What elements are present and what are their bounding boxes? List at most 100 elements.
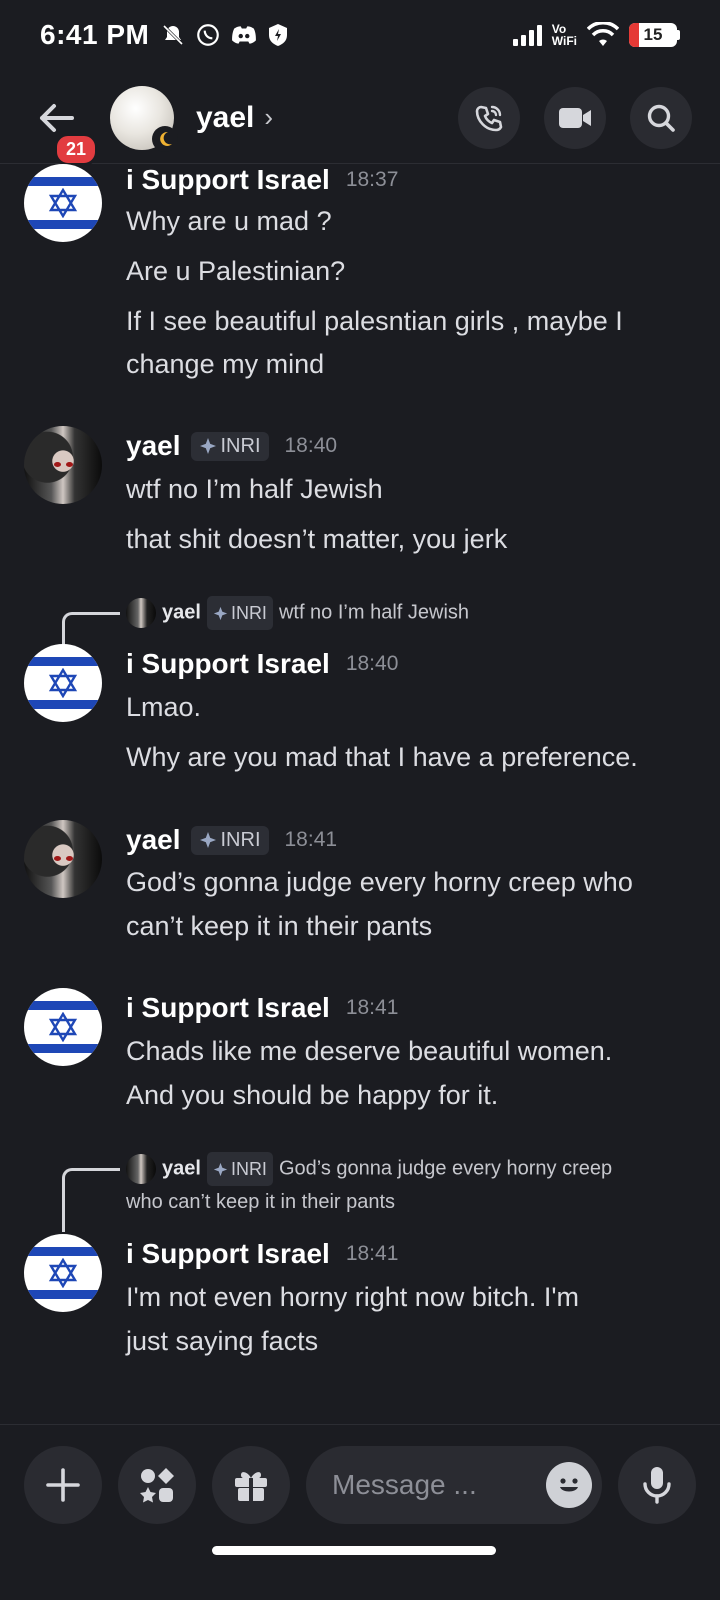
star-of-david-icon bbox=[48, 188, 78, 218]
phone-icon bbox=[475, 105, 503, 131]
clan-tag-icon bbox=[199, 832, 216, 848]
message-time: 18:41 bbox=[284, 828, 338, 851]
contact-name[interactable]: yael bbox=[196, 101, 254, 135]
israel-flag-avatar[interactable] bbox=[24, 644, 102, 722]
message-header: i Support Israel 18:41 bbox=[126, 1238, 398, 1270]
status-time: 6:41 PM bbox=[40, 19, 150, 50]
message-author[interactable]: yael bbox=[126, 824, 181, 856]
message-text[interactable]: change my mind bbox=[126, 343, 690, 386]
reply-text-continued: who can’t keep it in their pants bbox=[126, 1191, 396, 1213]
gift-button[interactable] bbox=[212, 1445, 290, 1524]
reply-text: wtf no I’m half Jewish bbox=[278, 601, 470, 624]
message-text[interactable]: Are u Palestinian? bbox=[126, 250, 690, 293]
message-text[interactable]: Chads like me deserve beautiful women. bbox=[126, 1030, 690, 1073]
message-text[interactable]: wtf no I’m half Jewish bbox=[126, 468, 690, 511]
message-time: 18:41 bbox=[345, 1242, 399, 1265]
reply-author: yael bbox=[162, 601, 201, 624]
message-text[interactable]: just saying facts bbox=[126, 1320, 690, 1363]
message-author[interactable]: i Support Israel bbox=[126, 992, 330, 1024]
search-button[interactable] bbox=[630, 86, 692, 149]
message-text[interactable]: Why are u mad ? bbox=[126, 200, 690, 243]
status-system-icons: Vo WiFi 15 bbox=[512, 22, 680, 48]
message-text[interactable]: God’s gonna judge every horny creep who bbox=[126, 861, 690, 904]
status-bar: 6:41 PM Vo WiFi 15 bbox=[0, 0, 720, 70]
chevron-right-icon[interactable]: › bbox=[264, 102, 273, 133]
star-of-david-icon bbox=[48, 1258, 78, 1288]
clan-tag[interactable]: INRI bbox=[190, 825, 269, 855]
clan-tag-label: INRI bbox=[220, 434, 261, 457]
discord-icon bbox=[232, 26, 257, 44]
back-button[interactable]: 21 bbox=[28, 88, 99, 166]
header-actions bbox=[458, 86, 692, 149]
home-indicator[interactable] bbox=[212, 1546, 496, 1555]
message-time: 18:40 bbox=[345, 652, 399, 675]
battery-icon: 15 bbox=[629, 23, 677, 47]
voice-call-button[interactable] bbox=[458, 86, 520, 149]
message-author[interactable]: i Support Israel bbox=[126, 648, 330, 680]
message-text[interactable]: can’t keep it in their pants bbox=[126, 905, 690, 948]
reply-avatar bbox=[126, 598, 156, 628]
reply-avatar bbox=[126, 1154, 156, 1184]
message-text[interactable]: Lmao. bbox=[126, 686, 690, 729]
emoji-icon bbox=[560, 1477, 578, 1491]
message-header: yael INRI 18:40 bbox=[126, 430, 337, 462]
apps-icon bbox=[140, 1467, 174, 1502]
message-author[interactable]: i Support Israel bbox=[126, 1238, 330, 1270]
star-of-david-icon bbox=[48, 668, 78, 698]
message-time: 18:41 bbox=[345, 996, 399, 1019]
message-text[interactable]: I'm not even horny right now bitch. I'm bbox=[126, 1276, 690, 1319]
back-arrow-icon bbox=[40, 103, 74, 132]
composer-bar bbox=[0, 1424, 720, 1544]
vowifi-label: Vo WiFi bbox=[552, 23, 577, 47]
mute-bell-icon bbox=[163, 24, 184, 46]
message-text[interactable]: that shit doesn’t matter, you jerk bbox=[126, 518, 690, 561]
israel-flag-avatar[interactable] bbox=[24, 1234, 102, 1312]
yael-avatar[interactable] bbox=[24, 426, 102, 504]
reply-preview[interactable]: yael INRI wtf no I’m half Jewish bbox=[126, 596, 690, 630]
message-header: yael INRI 18:41 bbox=[126, 824, 337, 856]
moon-icon bbox=[160, 131, 172, 146]
reply-spine bbox=[62, 612, 120, 648]
reply-clan-tag: INRI bbox=[206, 1152, 273, 1186]
message-input[interactable] bbox=[332, 1468, 546, 1501]
message-author[interactable]: yael bbox=[126, 430, 181, 462]
message-time: 18:37 bbox=[345, 168, 399, 191]
clan-tag[interactable]: INRI bbox=[190, 431, 269, 461]
reply-author: yael bbox=[162, 1157, 201, 1180]
reply-preview[interactable]: yael INRI God’s gonna judge every horny cr… bbox=[126, 1152, 690, 1218]
clan-tag-icon bbox=[213, 1162, 228, 1176]
wifi-icon bbox=[587, 22, 619, 46]
gift-icon bbox=[235, 1471, 267, 1501]
emoji-button[interactable] bbox=[546, 1461, 592, 1508]
battery-tip bbox=[677, 30, 680, 40]
status-notification-icons bbox=[161, 22, 289, 48]
contact-avatar[interactable] bbox=[110, 85, 178, 152]
video-call-button[interactable] bbox=[544, 86, 606, 149]
message-text[interactable]: If I see beautiful palesntian girls , ma… bbox=[126, 300, 690, 343]
reply-clan-tag: INRI bbox=[206, 596, 273, 630]
reply-clan-tag-label: INRI bbox=[230, 603, 267, 623]
battery-indicator: 15 bbox=[629, 23, 680, 47]
reply-clan-tag-label: INRI bbox=[230, 1159, 267, 1179]
yael-avatar[interactable] bbox=[24, 820, 102, 898]
add-attachment-button[interactable] bbox=[24, 1445, 102, 1524]
vowifi-bottom: WiFi bbox=[551, 34, 577, 48]
message-text[interactable]: And you should be happy for it. bbox=[126, 1074, 690, 1117]
voice-message-button[interactable] bbox=[618, 1445, 696, 1524]
israel-flag-avatar[interactable] bbox=[24, 164, 102, 242]
video-camera-icon bbox=[559, 107, 591, 128]
signal-icon bbox=[512, 24, 542, 46]
message-input-container[interactable] bbox=[306, 1445, 602, 1524]
idle-status-badge bbox=[152, 125, 178, 152]
unread-badge: 21 bbox=[54, 132, 99, 166]
clan-tag-label: INRI bbox=[220, 828, 261, 851]
microphone-icon bbox=[643, 1466, 671, 1504]
israel-flag-avatar[interactable] bbox=[24, 988, 102, 1066]
star-of-david-icon bbox=[48, 1012, 78, 1042]
message-text[interactable]: Why are you mad that I have a preference… bbox=[126, 736, 690, 779]
battery-level: 15 bbox=[643, 25, 663, 44]
apps-button[interactable] bbox=[118, 1445, 196, 1524]
reply-text: God’s gonna judge every horny creep bbox=[278, 1157, 613, 1180]
reply-spine bbox=[62, 1168, 120, 1232]
message-author[interactable]: i Support Israel bbox=[126, 164, 330, 196]
